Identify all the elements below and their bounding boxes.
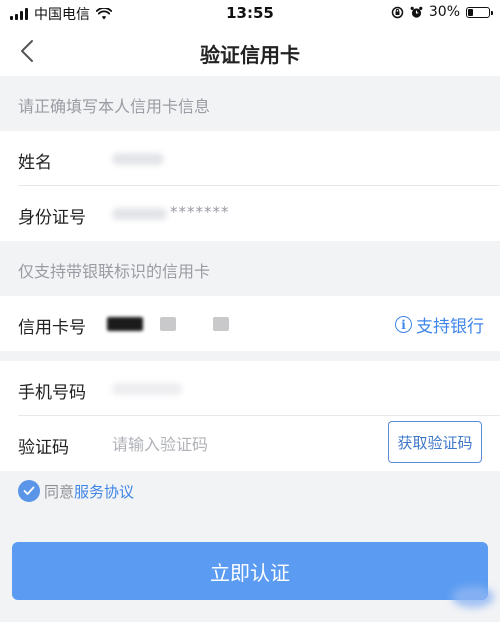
card-label: 信用卡号 — [18, 318, 86, 338]
card-number-masked — [107, 317, 143, 331]
battery-fill — [468, 8, 473, 16]
card-number-masked — [160, 317, 176, 331]
alarm-icon — [410, 6, 423, 18]
nav-bar: 验证信用卡 — [0, 26, 500, 76]
submit-button[interactable]: 立即认证 — [12, 542, 488, 600]
code-row: 验证码 获取验证码 — [0, 416, 500, 471]
name-label: 姓名 — [18, 153, 52, 173]
status-right: 30% — [391, 4, 493, 20]
agree-checkbox[interactable] — [18, 480, 40, 502]
code-label: 验证码 — [18, 438, 69, 458]
verification-code-input[interactable] — [112, 430, 372, 458]
support-bank-link[interactable]: i 支持银行 — [395, 312, 484, 337]
id-value: ******* — [170, 203, 230, 221]
id-label: 身份证号 — [18, 208, 86, 228]
phone-value-masked — [112, 383, 182, 395]
name-row[interactable]: 姓名 — [0, 131, 500, 186]
get-code-button[interactable]: 获取验证码 — [388, 421, 482, 463]
orientation-lock-icon — [391, 6, 404, 18]
page-title: 验证信用卡 — [200, 43, 300, 67]
card-number-masked — [213, 317, 229, 331]
battery-percent: 30% — [428, 4, 460, 20]
info-icon: i — [395, 316, 412, 333]
support-bank-label: 支持银行 — [416, 317, 484, 337]
phone-row[interactable]: 手机号码 — [0, 361, 500, 416]
status-bar: 中国电信 13:55 30% — [0, 0, 500, 26]
id-value-blur — [112, 208, 167, 220]
battery-icon — [466, 6, 493, 18]
service-agreement-link[interactable]: 服务协议 — [74, 481, 134, 502]
name-value-masked — [112, 153, 164, 165]
blur-smudge — [452, 586, 494, 608]
section-header-card: 仅支持带银联标识的信用卡 — [0, 241, 500, 293]
card-row[interactable]: 信用卡号 i 支持银行 — [0, 296, 500, 351]
id-row[interactable]: 身份证号 ******* — [0, 186, 500, 241]
section-header-personal: 请正确填写本人信用卡信息 — [0, 76, 500, 128]
check-icon — [23, 486, 35, 495]
section-title-personal: 请正确填写本人信用卡信息 — [18, 97, 211, 116]
agree-text: 同意 — [44, 482, 75, 501]
section-title-card: 仅支持带银联标识的信用卡 — [18, 262, 211, 281]
agreement: 同意 服务协议 — [18, 480, 134, 502]
phone-label: 手机号码 — [18, 383, 86, 403]
